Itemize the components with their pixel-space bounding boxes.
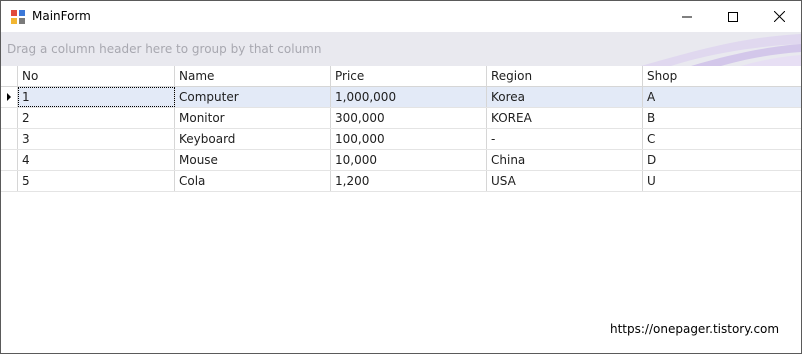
minimize-icon: [682, 16, 692, 17]
title-bar[interactable]: MainForm: [1, 1, 801, 32]
cell-shop[interactable]: C: [643, 129, 801, 149]
cell-shop[interactable]: B: [643, 108, 801, 128]
cell-name[interactable]: Monitor: [175, 108, 331, 128]
table-row[interactable]: 1 Computer 1,000,000 Korea A: [1, 87, 801, 108]
row-indicator[interactable]: [1, 171, 18, 191]
close-icon: [773, 11, 785, 22]
table-row[interactable]: 2 Monitor 300,000 KOREA B: [1, 108, 801, 129]
cell-no[interactable]: 3: [18, 129, 175, 149]
main-window: MainForm Drag a column header here to gr…: [0, 0, 802, 354]
column-header-row: No Name Price Region Shop: [1, 66, 801, 87]
app-icon: [11, 10, 25, 24]
group-panel[interactable]: Drag a column header here to group by th…: [1, 32, 801, 67]
cell-shop[interactable]: U: [643, 171, 801, 191]
table-row[interactable]: 5 Cola 1,200 USA U: [1, 171, 801, 192]
cell-region[interactable]: USA: [487, 171, 643, 191]
row-indicator[interactable]: [1, 129, 18, 149]
decorative-swirl: [641, 34, 801, 66]
cell-price[interactable]: 10,000: [331, 150, 487, 170]
row-indicator[interactable]: [1, 150, 18, 170]
column-header-price[interactable]: Price: [331, 66, 487, 86]
table-row[interactable]: 4 Mouse 10,000 China D: [1, 150, 801, 171]
cell-no[interactable]: 1: [18, 87, 175, 107]
group-panel-hint: Drag a column header here to group by th…: [7, 42, 322, 56]
header-indicator: [1, 66, 18, 86]
focused-row-arrow-icon: [7, 93, 11, 101]
cell-name[interactable]: Keyboard: [175, 129, 331, 149]
cell-no[interactable]: 4: [18, 150, 175, 170]
data-grid[interactable]: Drag a column header here to group by th…: [1, 32, 801, 192]
cell-name[interactable]: Computer: [175, 87, 331, 107]
close-button[interactable]: [756, 1, 802, 32]
cell-name[interactable]: Mouse: [175, 150, 331, 170]
column-header-name[interactable]: Name: [175, 66, 331, 86]
cell-region[interactable]: China: [487, 150, 643, 170]
maximize-button[interactable]: [710, 1, 756, 32]
cell-name[interactable]: Cola: [175, 171, 331, 191]
cell-price[interactable]: 100,000: [331, 129, 487, 149]
cell-price[interactable]: 1,000,000: [331, 87, 487, 107]
column-header-no[interactable]: No: [18, 66, 175, 86]
cell-region[interactable]: KOREA: [487, 108, 643, 128]
window-title: MainForm: [32, 9, 91, 23]
cell-price[interactable]: 300,000: [331, 108, 487, 128]
cell-no[interactable]: 5: [18, 171, 175, 191]
cell-shop[interactable]: A: [643, 87, 801, 107]
cell-region[interactable]: -: [487, 129, 643, 149]
column-header-region[interactable]: Region: [487, 66, 643, 86]
table-row[interactable]: 3 Keyboard 100,000 - C: [1, 129, 801, 150]
cell-no[interactable]: 2: [18, 108, 175, 128]
column-header-shop[interactable]: Shop: [643, 66, 801, 86]
row-indicator[interactable]: [1, 108, 18, 128]
row-indicator[interactable]: [1, 87, 18, 107]
cell-price[interactable]: 1,200: [331, 171, 487, 191]
cell-region[interactable]: Korea: [487, 87, 643, 107]
minimize-button[interactable]: [664, 1, 710, 32]
maximize-icon: [728, 11, 738, 22]
cell-shop[interactable]: D: [643, 150, 801, 170]
blog-url-label: https://onepager.tistory.com: [610, 322, 780, 336]
